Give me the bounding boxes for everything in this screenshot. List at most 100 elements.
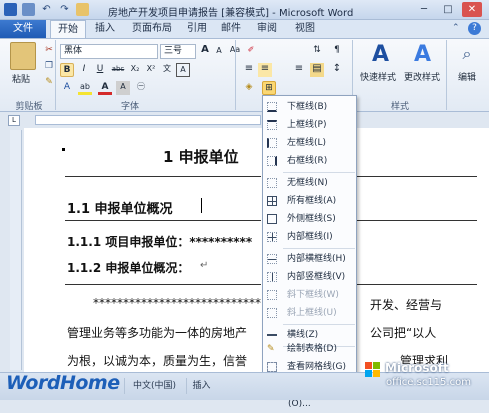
inside-borders-icon (267, 232, 277, 242)
tab-home[interactable]: 开始 (50, 20, 86, 38)
all-borders-icon (267, 196, 277, 206)
borders-dropdown-menu: 下框线(B) 上框线(P) 左框线(L) 右框线(R) 无框线(N) 所有框线(… (262, 95, 357, 409)
sort-icon[interactable]: ⇅ (310, 44, 324, 58)
menu-item-draw-table[interactable]: ✎ 绘制表格(D) (263, 340, 356, 358)
menu-item-all-borders[interactable]: 所有框线(A) (263, 192, 356, 210)
tab-page-layout[interactable]: 页面布局 (124, 20, 180, 38)
menu-item-bottom-border[interactable]: 下框线(B) (263, 98, 356, 116)
undo-icon[interactable]: ↶ (40, 3, 53, 16)
edit-label[interactable]: 编辑 (458, 70, 476, 83)
enclose-characters-button[interactable]: ㊀ (134, 81, 148, 95)
collapse-ribbon-icon[interactable]: ⌃ (452, 23, 464, 35)
change-styles-icon[interactable]: A (414, 42, 431, 67)
horizontal-ruler[interactable] (35, 115, 261, 125)
show-marks-icon[interactable]: ¶ (330, 44, 344, 58)
underline-button[interactable]: U (93, 63, 107, 77)
left-border-icon (267, 138, 277, 148)
styles-group-label: 样式 (390, 102, 409, 112)
align-right-icon[interactable]: ≡ (292, 63, 306, 77)
distributed-icon[interactable]: ▤ (310, 63, 324, 77)
quick-styles-label[interactable]: 快速样式 (360, 70, 396, 83)
find-icon[interactable]: ⌕ (456, 44, 478, 66)
bold-button[interactable]: B (60, 63, 74, 77)
word-app-icon[interactable] (4, 3, 17, 16)
group-divider (235, 40, 236, 110)
save-icon[interactable] (22, 3, 35, 16)
group-divider (55, 40, 56, 110)
shading-icon[interactable]: ◈ (242, 81, 256, 95)
subscript-button[interactable]: X₂ (128, 63, 142, 77)
align-left-icon[interactable]: ≡ (242, 63, 256, 77)
tab-references[interactable]: 引用 (182, 20, 212, 38)
inside-vertical-border-icon (267, 272, 277, 282)
menu-item-inside-horizontal-border[interactable]: 内部横框线(H) (263, 250, 356, 268)
character-shading-button[interactable]: A (116, 81, 130, 95)
menu-item-inside-borders[interactable]: 内部框线(I) (263, 228, 356, 246)
window-title: 房地产开发项目申请报告 [兼容模式] - Microsoft Word (108, 8, 354, 19)
heading-3-project-unit[interactable]: 1.1.1 项目申报单位：********** (67, 233, 261, 250)
heading-3-unit-overview[interactable]: 1.1.2 申报单位概况： (67, 259, 189, 276)
menu-item-top-border[interactable]: 上框线(P) (263, 116, 356, 134)
body-line-3-left[interactable]: 为根，以诚为本，质量为生，信誉 (67, 352, 261, 372)
pinyin-guide-button[interactable]: 文 (160, 63, 174, 77)
tab-selector-icon[interactable]: L (8, 115, 20, 126)
grow-font-icon[interactable]: A (198, 44, 212, 58)
body-line-2-right[interactable]: 公司把“以人 (370, 324, 436, 341)
body-line-1-right[interactable]: 开发、经营与 (370, 296, 442, 313)
strikethrough-button[interactable]: abc (111, 63, 125, 77)
body-line-1-left[interactable]: ************************************ (93, 296, 261, 310)
tab-insert[interactable]: 插入 (88, 20, 122, 38)
paste-icon[interactable] (10, 42, 36, 70)
body-line-2-left[interactable]: 管理业务等多功能为一体的房地产 (67, 324, 261, 341)
justify-icon[interactable]: ≡ (258, 63, 272, 77)
insert-mode-indicator[interactable]: 插入 (186, 378, 216, 394)
view-gridlines-icon (267, 362, 277, 372)
heading-1[interactable]: 1 申报单位 (163, 146, 239, 167)
vertical-ruler[interactable] (10, 130, 22, 370)
font-name-select[interactable]: 黑体 (60, 44, 158, 59)
menu-item-outside-borders[interactable]: 外侧框线(S) (263, 210, 356, 228)
border-line (65, 284, 261, 285)
tab-file[interactable]: 文件 (0, 20, 46, 38)
menu-item-right-border[interactable]: 右框线(R) (263, 152, 356, 170)
font-size-select[interactable]: 三号 (160, 44, 196, 59)
bottom-border-icon (267, 102, 277, 112)
site-watermark-text: office.sc115.com (386, 377, 471, 388)
language-indicator[interactable]: 中文(中国) (124, 378, 184, 394)
heading-2[interactable]: 1.1 申报单位概况 (67, 198, 173, 217)
top-border-icon (267, 120, 277, 130)
right-border-icon (267, 156, 277, 166)
italic-button[interactable]: I (77, 63, 91, 77)
help-icon[interactable]: ? (468, 22, 481, 35)
open-folder-icon[interactable] (76, 3, 89, 16)
shrink-font-icon[interactable]: A (212, 45, 226, 59)
menu-item-inside-vertical-border[interactable]: 内部竖框线(V) (263, 268, 356, 286)
font-color-button[interactable]: A (98, 81, 112, 95)
menu-separator (283, 172, 355, 173)
tab-review[interactable]: 审阅 (252, 20, 282, 38)
tab-view[interactable]: 视图 (290, 20, 320, 38)
highlight-color-button[interactable]: ab (78, 81, 92, 95)
borders-dropdown-button[interactable]: ⊞ (262, 81, 276, 95)
cut-icon[interactable]: ✂ (42, 44, 56, 58)
clear-formatting-icon[interactable]: ✐ (244, 44, 258, 58)
copy-icon[interactable]: ❐ (42, 60, 56, 74)
diagonal-up-border-icon (267, 308, 277, 318)
format-painter-icon[interactable]: ✎ (42, 76, 56, 90)
paragraph-marker (62, 148, 65, 151)
redo-icon[interactable]: ↷ (58, 3, 71, 16)
character-border-button[interactable]: A (176, 63, 190, 77)
superscript-button[interactable]: X² (144, 63, 158, 77)
change-styles-label[interactable]: 更改样式 (404, 70, 440, 83)
line-spacing-icon[interactable]: ↕ (330, 63, 344, 77)
menu-item-left-border[interactable]: 左框线(L) (263, 134, 356, 152)
microsoft-watermark-text: Microsoft (385, 361, 449, 375)
quick-styles-icon[interactable]: A (372, 42, 389, 67)
minimize-button[interactable]: ─ (414, 2, 434, 17)
restore-button[interactable]: □ (438, 2, 458, 17)
menu-item-no-border[interactable]: 无框线(N) (263, 174, 356, 192)
paste-label[interactable]: 粘贴 (12, 72, 30, 85)
close-button[interactable]: ✕ (462, 2, 482, 17)
tab-mailings[interactable]: 邮件 (216, 20, 246, 38)
text-effects-icon[interactable]: A (60, 81, 74, 95)
